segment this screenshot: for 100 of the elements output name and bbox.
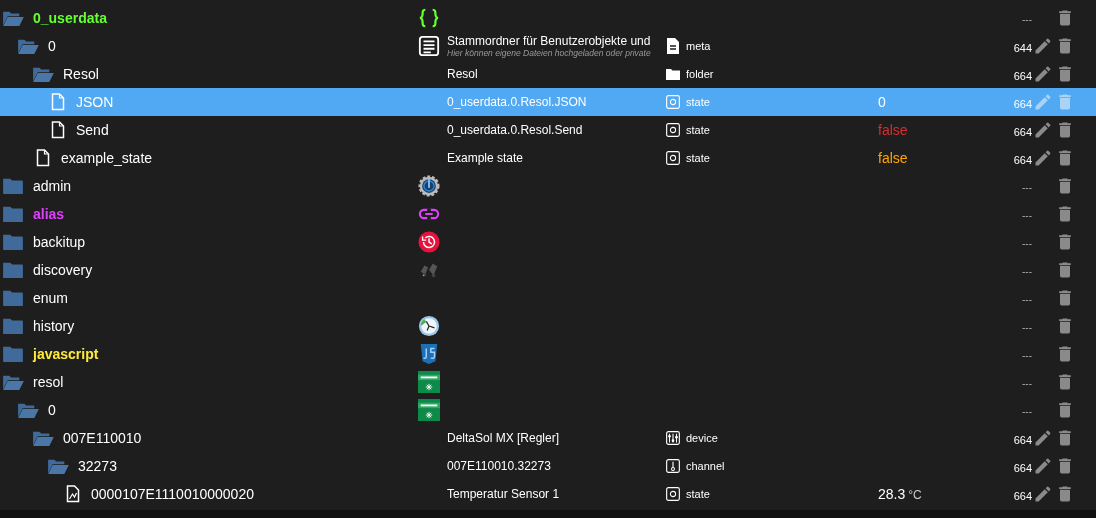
open-folder-icon[interactable]: [47, 457, 69, 475]
tree-row[interactable]: 32273 007E110010.32273 channel 664: [0, 452, 1096, 480]
access-rights: 664: [1012, 460, 1032, 474]
object-description: Example state: [447, 151, 525, 165]
object-type: device: [686, 432, 718, 444]
tree-row[interactable]: alias ---: [0, 200, 1096, 228]
object-name: history: [33, 318, 75, 334]
object-name: Resol: [63, 66, 99, 82]
tree-row[interactable]: Send 0_userdata.0.Resol.Send state false 664: [0, 116, 1096, 144]
object-name: resol: [33, 374, 64, 390]
gear-icon: [418, 175, 440, 197]
access-rights: 664: [1012, 432, 1032, 446]
object-type: folder: [686, 68, 714, 80]
chart-file-icon: [66, 485, 80, 503]
edit-icon[interactable]: [1033, 148, 1053, 168]
tree-row[interactable]: 0 Stammordner für Benutzerobjekte und Hier können eigene Dateien hochgeladen oder private meta 644: [0, 32, 1096, 60]
tree-row[interactable]: Resol Resol folder 664: [0, 60, 1096, 88]
object-name: alias: [33, 206, 65, 222]
object-name: example_state: [61, 150, 153, 166]
open-folder-icon[interactable]: [2, 9, 24, 27]
file-icon: [36, 149, 50, 167]
state-value: false: [878, 122, 908, 138]
tree-row[interactable]: discovery ---: [0, 256, 1096, 284]
object-name: admin: [33, 178, 72, 194]
state-value: false: [878, 150, 908, 166]
object-type: meta: [686, 40, 711, 52]
folder-icon: [666, 66, 680, 82]
open-folder-icon[interactable]: [17, 401, 39, 419]
state-icon: [666, 150, 680, 166]
object-description: 0_userdata.0.Resol.Send: [447, 123, 584, 137]
access-rights: ---: [1021, 349, 1032, 361]
folder-icon[interactable]: [2, 205, 24, 223]
restore-clock-icon: [418, 231, 440, 253]
sliders-icon: [666, 430, 680, 446]
edit-icon[interactable]: [1033, 456, 1053, 476]
state-value: 28.3: [878, 486, 906, 502]
braces-icon: [418, 7, 440, 29]
edit-icon[interactable]: [1033, 64, 1053, 84]
folder-icon[interactable]: [2, 177, 24, 195]
open-folder-icon[interactable]: [2, 373, 24, 391]
file-icon: [51, 93, 65, 111]
access-rights: 664: [1012, 124, 1032, 138]
state-icon: [666, 122, 680, 138]
pin-icon: [666, 458, 680, 474]
state-value: 0: [878, 94, 886, 110]
tree-row[interactable]: enum ---: [0, 284, 1096, 312]
folder-icon[interactable]: [2, 261, 24, 279]
object-description: 0_userdata.0.Resol.JSON: [447, 95, 588, 109]
tree-row[interactable]: admin ---: [0, 172, 1096, 200]
tree-row[interactable]: 0000107E1110010000020 Temperatur Sensor 1 state 28.3 °C 664: [0, 480, 1096, 508]
js-shield-icon: [418, 343, 440, 365]
object-name: 0000107E1110010000020: [91, 486, 254, 502]
object-name: 0: [48, 38, 56, 54]
object-name: 32273: [78, 458, 117, 474]
access-rights: 644: [1012, 40, 1032, 54]
document-icon: [666, 38, 680, 54]
open-folder-icon[interactable]: [17, 37, 39, 55]
edit-icon[interactable]: [1033, 428, 1053, 448]
access-rights: ---: [1021, 293, 1032, 305]
access-rights: 664: [1012, 488, 1032, 502]
logo-icon: [418, 371, 440, 393]
access-rights: ---: [1021, 405, 1032, 417]
object-name: Send: [76, 122, 109, 138]
object-name: 0_userdata: [33, 10, 107, 26]
edit-icon[interactable]: [1033, 484, 1053, 504]
access-rights: 664: [1012, 68, 1032, 82]
file-icon: [51, 121, 65, 139]
tree-row[interactable]: history ---: [0, 312, 1096, 340]
access-rights: ---: [1021, 265, 1032, 277]
folder-icon[interactable]: [2, 345, 24, 363]
tree-row[interactable]: javascript ---: [0, 340, 1096, 368]
value-unit: °C: [908, 488, 922, 502]
object-name: 007E110010: [63, 430, 142, 446]
access-rights: ---: [1021, 181, 1032, 193]
document-icon: [418, 35, 440, 57]
access-rights: 664: [1012, 96, 1032, 110]
open-folder-icon[interactable]: [32, 65, 54, 83]
object-type: state: [686, 124, 710, 136]
object-type: channel: [686, 460, 725, 472]
tree-row[interactable]: 007E110010 DeltaSol MX [Regler] device 664: [0, 424, 1096, 452]
folder-icon[interactable]: [2, 317, 24, 335]
folder-icon[interactable]: [2, 233, 24, 251]
tree-row[interactable]: example_state Example state state false 664: [0, 144, 1096, 172]
tree-row[interactable]: resol ---: [0, 368, 1096, 396]
tree-row[interactable]: 0 ---: [0, 396, 1096, 424]
object-name: javascript: [33, 346, 99, 362]
object-name: enum: [33, 290, 69, 306]
object-description: Stammordner für Benutzerobjekte und: [447, 34, 652, 48]
tree-row[interactable]: 0_userdata ---: [0, 4, 1096, 32]
edit-icon[interactable]: [1033, 36, 1053, 56]
object-description: 007E110010.32273: [447, 459, 552, 473]
tree-row[interactable]: backitup ---: [0, 228, 1096, 256]
object-type: state: [686, 488, 710, 500]
access-rights: ---: [1021, 13, 1032, 25]
edit-icon[interactable]: [1033, 120, 1053, 140]
open-folder-icon[interactable]: [32, 429, 54, 447]
state-icon: [666, 486, 680, 502]
object-type: state: [686, 152, 710, 164]
access-rights: ---: [1021, 377, 1032, 389]
folder-icon[interactable]: [2, 289, 24, 307]
